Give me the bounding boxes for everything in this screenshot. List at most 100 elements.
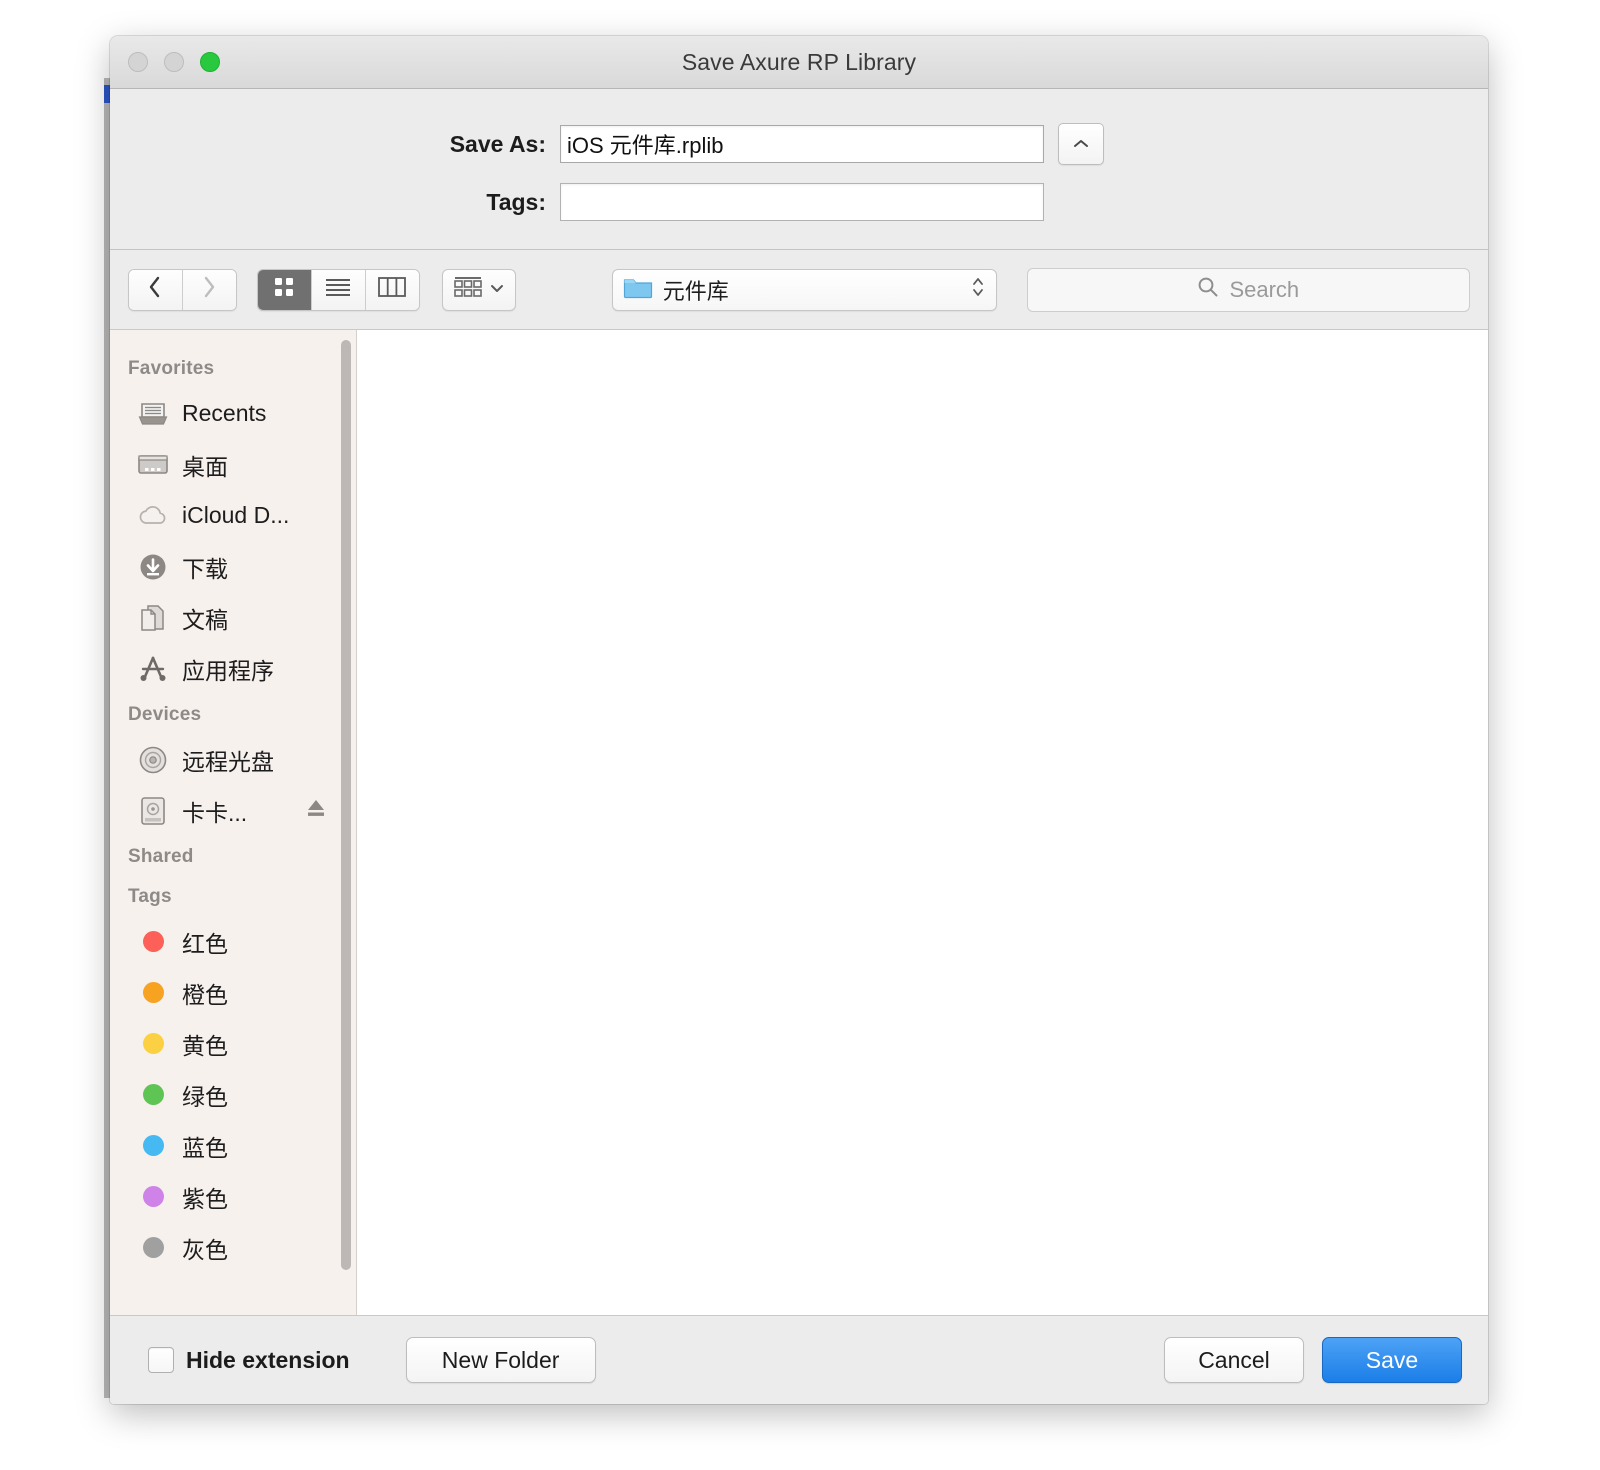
sidebar-item-label: 橙色 xyxy=(182,981,228,1008)
save-form-area: Save As: iOS 元件库.rplib Tags: xyxy=(110,89,1488,250)
view-mode-segment xyxy=(256,268,420,311)
sidebar-item-label: 灰色 xyxy=(182,1236,228,1263)
arrange-by-button[interactable] xyxy=(441,268,516,311)
finder-sidebar: Favorites Recents 桌面 iCloud D... 下载 文稿 应… xyxy=(110,330,357,1315)
zoom-button[interactable] xyxy=(200,52,220,72)
grid-view-icon xyxy=(273,276,295,303)
view-as-columns-button[interactable] xyxy=(365,269,419,310)
file-list-area[interactable] xyxy=(357,330,1488,1315)
optical-disc-icon xyxy=(136,745,170,775)
close-button[interactable] xyxy=(128,52,148,72)
recents-icon xyxy=(136,399,170,429)
screen-root: Save Axure RP Library Save As: iOS 元件库.r… xyxy=(0,0,1600,1470)
sidebar-item-documents[interactable]: 文稿 xyxy=(110,592,356,643)
downloads-icon xyxy=(136,552,170,582)
save-button[interactable]: Save xyxy=(1322,1337,1462,1383)
sidebar-tag-green[interactable]: 绿色 xyxy=(110,1069,356,1120)
list-view-icon xyxy=(325,277,351,302)
navigation-segment xyxy=(128,268,237,311)
search-placeholder: Search xyxy=(1229,276,1300,302)
sidebar-item-label: 红色 xyxy=(182,930,228,957)
sidebar-item-label: 文稿 xyxy=(182,606,228,633)
sidebar-item-applications[interactable]: 应用程序 xyxy=(110,643,356,694)
window-titlebar: Save Axure RP Library xyxy=(110,36,1488,89)
new-folder-button[interactable]: New Folder xyxy=(405,1337,596,1383)
chevron-down-icon xyxy=(489,281,505,299)
minimize-button[interactable] xyxy=(164,52,184,72)
sidebar-item-label: 下载 xyxy=(182,555,228,582)
tags-row: Tags: xyxy=(110,183,1488,221)
sidebar-item-label: iCloud D... xyxy=(182,502,290,528)
sidebar-tag-blue[interactable]: 蓝色 xyxy=(110,1120,356,1171)
sidebar-item-label: 远程光盘 xyxy=(182,748,274,775)
sidebar-item-downloads[interactable]: 下载 xyxy=(110,541,356,592)
tag-dot-icon xyxy=(136,1080,170,1110)
sidebar-heading-shared: Shared xyxy=(128,846,194,867)
search-input[interactable]: Search xyxy=(1026,267,1470,312)
eject-icon[interactable] xyxy=(304,797,328,824)
column-view-icon xyxy=(378,277,407,302)
sidebar-heading-tags: Tags xyxy=(128,886,172,907)
traffic-light-group xyxy=(128,36,220,88)
icloud-icon xyxy=(136,501,170,531)
sidebar-item-desktop[interactable]: 桌面 xyxy=(110,439,356,490)
chevron-left-icon xyxy=(147,275,163,304)
view-as-list-button[interactable] xyxy=(311,269,366,310)
dialog-bottom-bar: Hide extension New Folder Cancel Save xyxy=(110,1316,1488,1404)
save-dialog-window: Save Axure RP Library Save As: iOS 元件库.r… xyxy=(110,36,1488,1404)
window-title: Save Axure RP Library xyxy=(681,48,917,75)
cancel-button[interactable]: Cancel xyxy=(1164,1337,1304,1383)
sidebar-tag-gray[interactable]: 灰色 xyxy=(110,1222,356,1273)
tag-dot-icon xyxy=(136,1029,170,1059)
desktop-icon xyxy=(136,450,170,480)
hide-extension-label: Hide extension xyxy=(186,1346,350,1373)
applications-icon xyxy=(136,654,170,684)
sidebar-item-label: 紫色 xyxy=(182,1185,228,1212)
sidebar-item-label: 绿色 xyxy=(182,1083,228,1110)
sidebar-tag-yellow[interactable]: 黄色 xyxy=(110,1018,356,1069)
tag-dot-icon xyxy=(136,1131,170,1161)
sidebar-heading-favorites: Favorites xyxy=(128,358,215,379)
sidebar-tag-red[interactable]: 红色 xyxy=(110,916,356,967)
sidebar-item-kaka-disk[interactable]: 卡卡... xyxy=(110,785,356,836)
tag-dot-icon xyxy=(136,1233,170,1263)
sidebar-scrollbar[interactable] xyxy=(341,340,351,1270)
expand-collapse-button[interactable] xyxy=(1058,123,1104,165)
dialog-body: Favorites Recents 桌面 iCloud D... 下载 文稿 应… xyxy=(110,330,1488,1316)
save-as-input[interactable]: iOS 元件库.rplib xyxy=(560,125,1044,163)
tag-dot-icon xyxy=(136,1182,170,1212)
up-down-stepper-icon xyxy=(970,273,986,306)
save-as-label: Save As: xyxy=(449,130,546,157)
sidebar-item-label: 黄色 xyxy=(182,1032,228,1059)
sidebar-item-label: 蓝色 xyxy=(182,1134,228,1161)
sidebar-item-remote-disc[interactable]: 远程光盘 xyxy=(110,734,356,785)
sidebar-item-label: 应用程序 xyxy=(182,657,274,684)
sidebar-tag-purple[interactable]: 紫色 xyxy=(110,1171,356,1222)
hard-disk-icon xyxy=(136,796,170,826)
view-as-icons-button[interactable] xyxy=(257,269,312,310)
sidebar-item-label: Recents xyxy=(182,400,267,426)
destination-folder-popup[interactable]: 元件库 xyxy=(611,268,997,311)
destination-folder-label: 元件库 xyxy=(662,278,729,304)
tag-dot-icon xyxy=(136,927,170,957)
sidebar-tag-orange[interactable]: 橙色 xyxy=(110,967,356,1018)
sidebar-item-icloud-drive[interactable]: iCloud D... xyxy=(110,490,356,541)
hide-extension-checkbox[interactable] xyxy=(148,1347,174,1373)
tag-dot-icon xyxy=(136,978,170,1008)
back-button[interactable] xyxy=(129,269,183,310)
sidebar-item-label: 桌面 xyxy=(182,453,228,480)
sidebar-item-label: 卡卡... xyxy=(182,799,248,826)
sidebar-item-recents[interactable]: Recents xyxy=(110,388,356,439)
folder-icon xyxy=(623,275,653,304)
hide-extension-control[interactable]: Hide extension xyxy=(148,1347,350,1374)
chevron-right-icon xyxy=(201,275,217,304)
search-icon xyxy=(1197,276,1219,303)
save-as-row: Save As: iOS 元件库.rplib xyxy=(110,123,1488,165)
finder-toolbar: 元件库 Search xyxy=(110,250,1488,330)
tags-label: Tags: xyxy=(486,188,546,215)
documents-icon xyxy=(136,603,170,633)
tags-input[interactable] xyxy=(560,183,1044,221)
arrange-icon xyxy=(453,275,483,304)
forward-button[interactable] xyxy=(182,269,236,310)
sidebar-heading-devices: Devices xyxy=(128,704,202,725)
